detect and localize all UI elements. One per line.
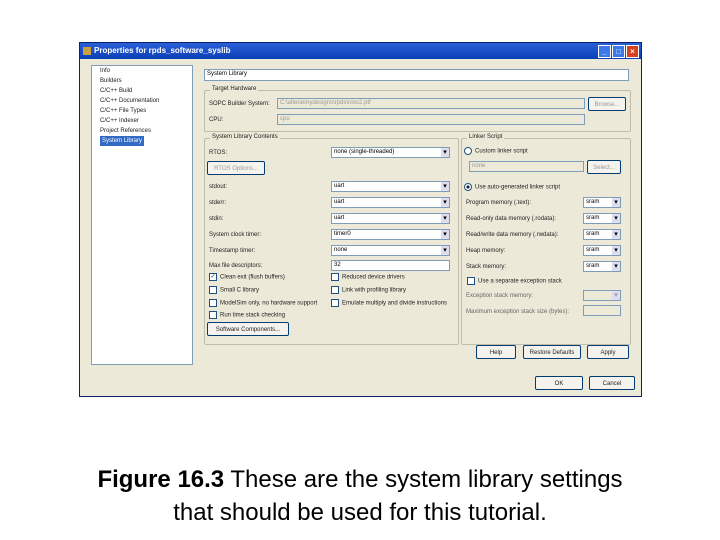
exception-size-label: Maximum exception stack size (bytes):	[466, 309, 570, 315]
property-tree: Info Builders C/C++ Build C/C++ Document…	[91, 65, 193, 365]
radio-label: Use auto-generated linker script	[475, 184, 561, 191]
restore-defaults-button[interactable]: Restore Defaults	[523, 345, 581, 359]
exception-memory-select[interactable]	[583, 290, 621, 301]
group-label: System Library Contents	[210, 134, 280, 140]
tree-item-indexer[interactable]: C/C++ Indexer	[92, 116, 192, 126]
option-checkbox[interactable]: Run time stack checking	[209, 311, 285, 319]
separate-exception-stack-checkbox[interactable]: Use a separate exception stack	[467, 277, 562, 285]
custom-linker-field[interactable]: none	[469, 161, 584, 172]
software-components-button[interactable]: Software Components...	[207, 322, 289, 336]
field-label: stdin:	[209, 216, 224, 222]
checkbox-box	[209, 299, 217, 307]
checkbox-label: Use a separate exception stack	[478, 278, 562, 285]
minimize-button[interactable]: _	[598, 45, 611, 58]
browse-button[interactable]: Browse...	[588, 97, 626, 111]
option-checkbox[interactable]: Reduced device drivers	[331, 273, 405, 281]
ok-button[interactable]: OK	[535, 376, 583, 390]
rtos-label: RTOS:	[209, 150, 228, 156]
tree-item-file-types[interactable]: C/C++ File Types	[92, 106, 192, 116]
tree-item-system-library[interactable]: System Library	[100, 136, 145, 146]
sopc-system-field[interactable]: C:\altera\mydesigns\rpds\nios2.ptf	[277, 98, 585, 109]
select-button[interactable]: Select...	[587, 160, 621, 174]
tree-item-documentation[interactable]: C/C++ Documentation	[92, 96, 192, 106]
field-label: stdout:	[209, 184, 228, 190]
memory-select[interactable]: sram	[583, 213, 621, 224]
memory-label: Read-only data memory (.rodata):	[466, 216, 557, 222]
checkbox-label: Clean exit (flush buffers)	[220, 274, 285, 281]
rtos-options-button[interactable]: RTOS Options...	[207, 161, 265, 175]
memory-label: Heap memory:	[466, 248, 506, 254]
cancel-button[interactable]: Cancel	[589, 376, 635, 390]
tree-item-builders[interactable]: Builders	[92, 76, 192, 86]
tree-item-build[interactable]: C/C++ Build	[92, 86, 192, 96]
rtos-select[interactable]: none (single-threaded)	[331, 147, 450, 158]
option-checkbox[interactable]: Link with profiling library	[331, 286, 406, 294]
memory-select[interactable]: sram	[583, 197, 621, 208]
field-select[interactable]: uart	[331, 181, 450, 192]
checkbox-box: ✓	[209, 273, 217, 281]
tree-item-project-references[interactable]: Project References	[92, 126, 192, 136]
page-title: System Library	[204, 69, 629, 81]
memory-select[interactable]: sram	[583, 229, 621, 240]
max-fd-label: Max file descriptors:	[209, 263, 263, 269]
exception-size-input[interactable]	[583, 305, 621, 316]
memory-label: Read/write data memory (.rwdata):	[466, 232, 559, 238]
option-checkbox[interactable]: ModelSim only, no hardware support	[209, 299, 317, 307]
app-icon	[83, 47, 91, 55]
group-label: Target Hardware	[210, 86, 259, 92]
properties-dialog: Properties for rpds_software_syslib _ □ …	[79, 42, 642, 397]
checkbox-label: Run time stack checking	[220, 312, 286, 319]
option-checkbox[interactable]: ✓ Clean exit (flush buffers)	[209, 273, 285, 281]
max-fd-input[interactable]: 32	[331, 260, 450, 271]
window-title: Properties for rpds_software_syslib	[94, 46, 231, 55]
field-label: stderr:	[209, 200, 227, 206]
exception-memory-label: Exception stack memory:	[466, 293, 534, 299]
close-button[interactable]: ×	[626, 45, 639, 58]
checkbox-box	[331, 286, 339, 294]
checkbox-box	[209, 311, 217, 319]
group-label: Linker Script	[467, 134, 505, 140]
memory-select[interactable]: sram	[583, 261, 621, 272]
memory-label: Program memory (.text):	[466, 200, 532, 206]
target-hardware-group: Target Hardware	[204, 86, 631, 132]
field-select[interactable]: none	[331, 245, 450, 256]
checkbox-box	[331, 273, 339, 281]
title-bar: Properties for rpds_software_syslib _ □ …	[80, 43, 641, 59]
field-select[interactable]: uart	[331, 197, 450, 208]
checkbox-label: ModelSim only, no hardware support	[220, 300, 318, 307]
field-label: System clock timer:	[209, 232, 262, 238]
field-select[interactable]: uart	[331, 213, 450, 224]
tree-item-info[interactable]: Info	[92, 66, 192, 76]
memory-label: Stack memory:	[466, 264, 507, 270]
figure-caption-line1: Figure 16.3 These are the system library…	[0, 466, 720, 494]
maximize-button[interactable]: □	[612, 45, 625, 58]
option-checkbox[interactable]: Emulate multiply and divide instructions	[331, 299, 447, 307]
field-label: Timestamp timer:	[209, 248, 256, 254]
checkbox-label: Link with profiling library	[342, 287, 407, 294]
caption-text: These are the system library settings	[224, 466, 623, 493]
checkbox-label: Small C library	[220, 287, 260, 294]
memory-select[interactable]: sram	[583, 245, 621, 256]
cpu-label: CPU:	[209, 117, 224, 123]
custom-linker-radio[interactable]: Custom linker script	[464, 147, 528, 155]
figure-number: Figure 16.3	[97, 466, 225, 493]
option-checkbox[interactable]: Small C library	[209, 286, 259, 294]
sopc-label: SOPC Builder System:	[209, 101, 270, 107]
auto-linker-radio[interactable]: Use auto-generated linker script	[464, 183, 560, 191]
cpu-field[interactable]: cpu	[277, 114, 585, 125]
field-select[interactable]: timer0	[331, 229, 450, 240]
checkbox-label: Reduced device drivers	[342, 274, 405, 281]
checkbox-label: Emulate multiply and divide instructions	[342, 300, 448, 307]
radio-label: Custom linker script	[475, 148, 528, 155]
help-button[interactable]: Help	[476, 345, 516, 359]
figure-caption-line2: that should be used for this tutorial.	[173, 499, 547, 526]
apply-button[interactable]: Apply	[587, 345, 629, 359]
checkbox-box	[209, 286, 217, 294]
checkbox-box	[331, 299, 339, 307]
